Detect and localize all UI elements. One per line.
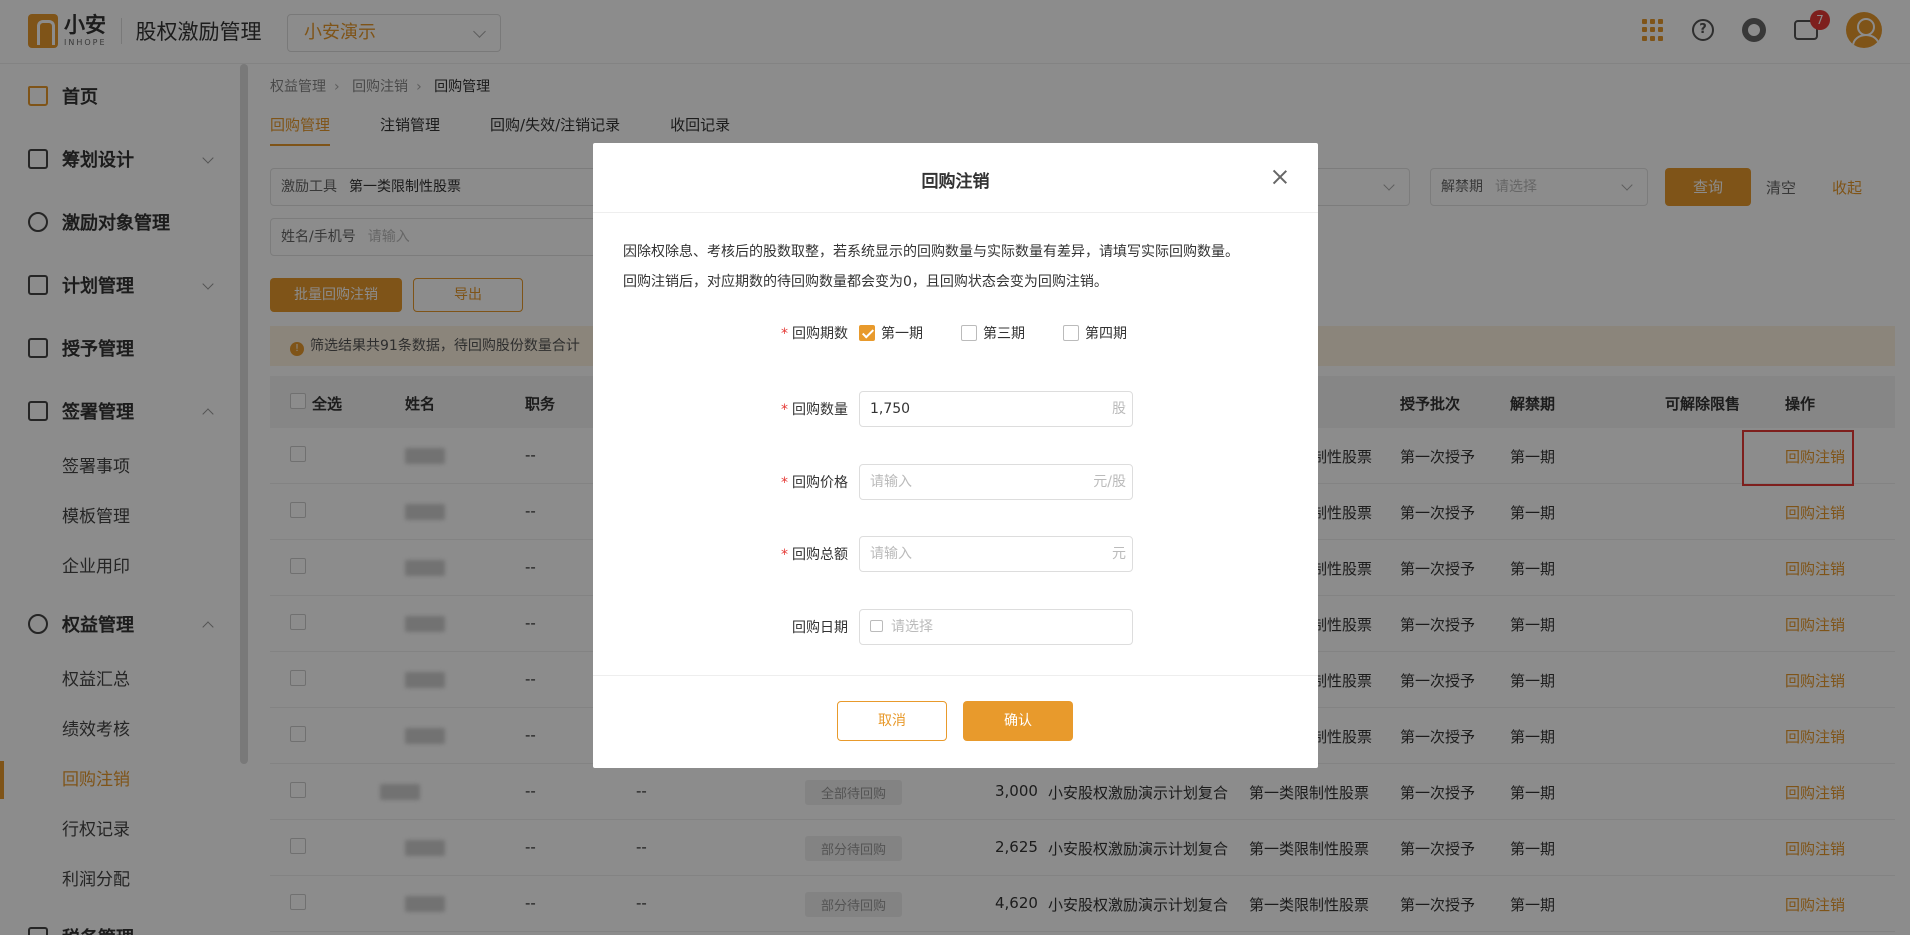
total-input[interactable]: 请输入元 [859, 536, 1133, 572]
close-icon[interactable] [1270, 167, 1290, 187]
price-unit: 元/股 [1093, 474, 1126, 490]
calendar-icon [870, 620, 883, 632]
checkbox-icon [1063, 325, 1079, 341]
modal-title: 回购注销 [921, 172, 990, 192]
date-picker[interactable]: 请选择 [859, 609, 1133, 645]
total-unit: 元 [1112, 546, 1126, 562]
period-row: * 回购期数 第一期 第三期 第四期 [593, 315, 1318, 351]
period-checkboxes: 第一期 第三期 第四期 [859, 323, 1127, 343]
checkbox-icon [961, 325, 977, 341]
qty-row: * 回购数量 1,750 股 [593, 391, 1318, 427]
period-checkbox[interactable]: 第一期 [859, 323, 923, 343]
confirm-button[interactable]: 确认 [963, 701, 1073, 741]
date-row: 回购日期 请选择 [593, 609, 1318, 645]
qty-unit: 股 [1112, 401, 1126, 417]
qty-input[interactable]: 1,750 股 [859, 391, 1133, 427]
period-checkbox[interactable]: 第四期 [1063, 323, 1127, 343]
repurchase-modal: 回购注销 因除权除息、考核后的股数取整，若系统显示的回购数量与实际数量有差异，请… [593, 143, 1318, 768]
modal-description: 因除权除息、考核后的股数取整，若系统显示的回购数量与实际数量有差异，请填写实际回… [623, 244, 1239, 290]
period-checkbox[interactable]: 第三期 [961, 323, 1025, 343]
checkbox-icon [859, 325, 875, 341]
price-row: * 回购价格 请输入 元/股 [593, 464, 1318, 500]
total-row: * 回购总额 请输入元 [593, 536, 1318, 572]
price-input[interactable]: 请输入 元/股 [859, 464, 1133, 500]
cancel-button[interactable]: 取消 [837, 701, 947, 741]
